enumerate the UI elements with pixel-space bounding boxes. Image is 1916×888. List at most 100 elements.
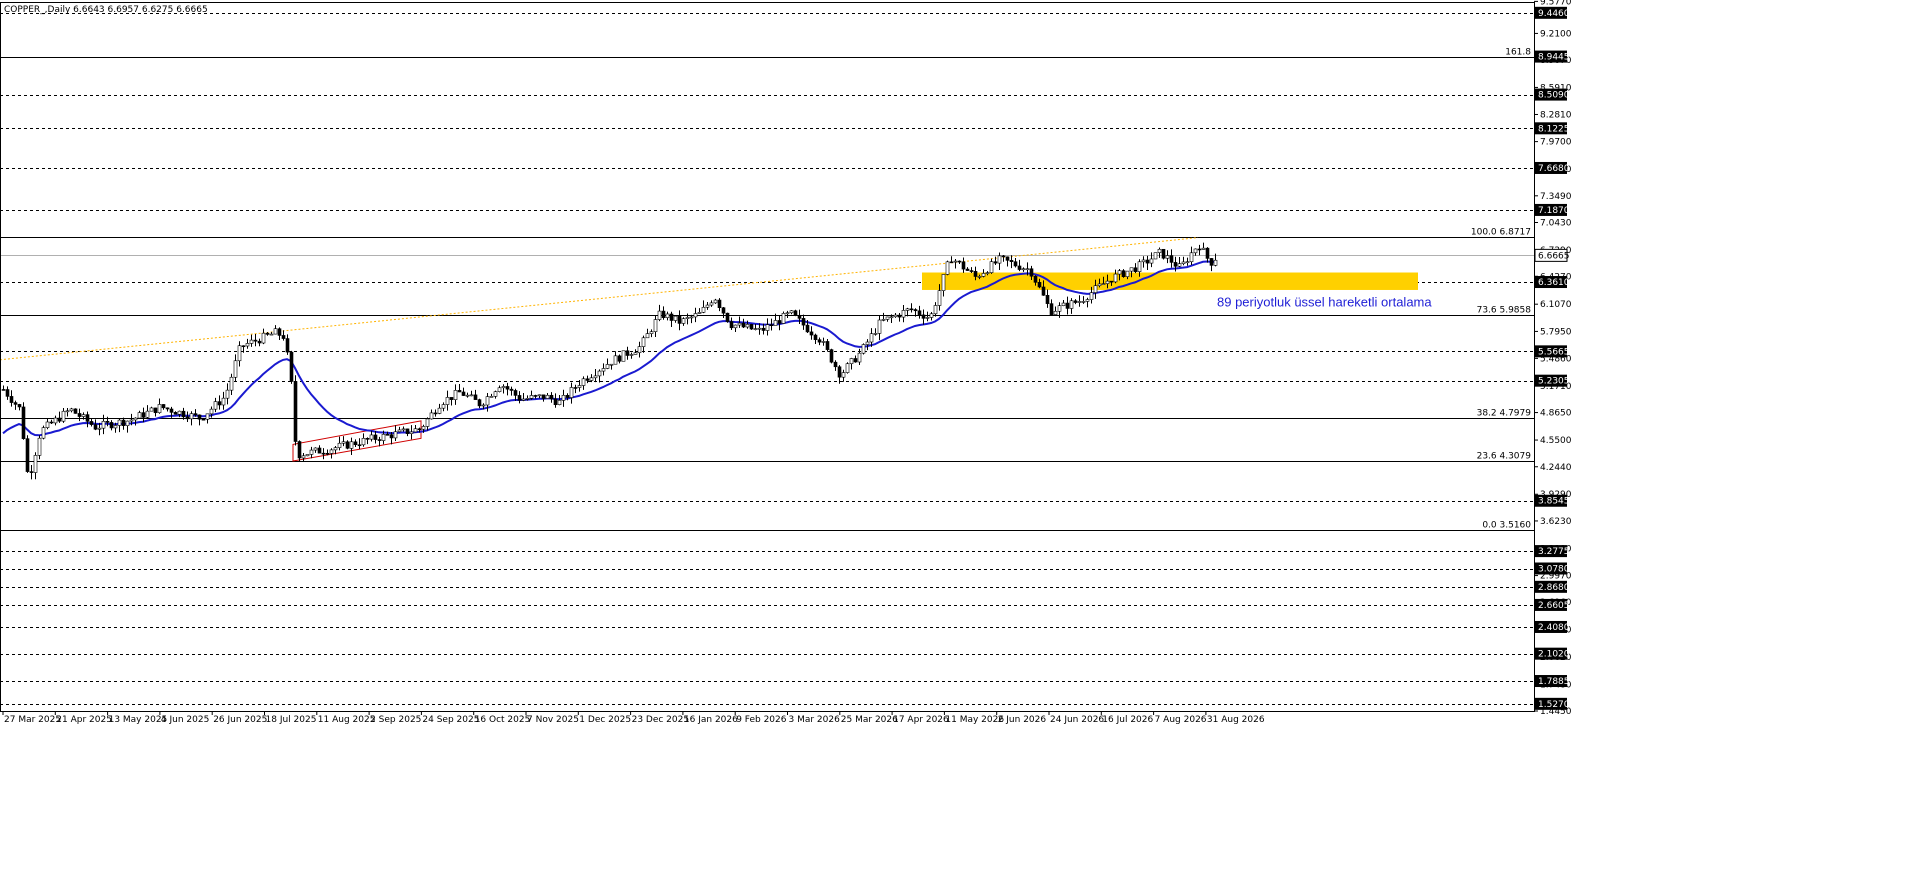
candle-body [521,398,526,401]
candle-body [41,427,46,439]
candle-body [1125,270,1130,277]
candle-body [941,274,946,291]
x-tick-label: 16 Jul 2026 [1102,715,1153,725]
candle-body [453,390,458,400]
candle-body [689,316,694,319]
candle-body [1177,263,1182,267]
horizontal-levels: 161.8 100.0 6.8717 73.6 5.9858 38.2 4.7979 2… [0,13,1534,705]
candle-body [733,324,738,329]
candle-body [977,276,982,278]
candle-body [925,317,930,319]
candle-body [381,434,386,441]
candle-body [241,345,246,348]
candle-body [997,255,1002,264]
candle-body [361,438,366,446]
candle-body [1165,255,1170,259]
candle-body [1053,310,1058,315]
candle-body [945,261,950,275]
candle-body [869,333,874,343]
candle-body [21,406,26,439]
candle-body [369,434,374,440]
candle-body [1149,258,1154,264]
candle-body [893,314,898,318]
candle-body [281,335,286,339]
candle-body [557,400,562,406]
x-tick-label: 16 Jan 2026 [684,715,738,725]
candle-body [345,441,350,449]
candle-body [349,441,354,449]
candle-body [137,412,142,419]
candle-body [669,313,674,321]
candle-body [257,340,262,344]
candle-body [1129,267,1134,272]
candle-body [989,261,994,273]
candle-body [617,355,622,362]
candle-body [393,431,398,439]
fib-label: 161.8 [1505,48,1531,58]
level-price-box-label: 2.4080 [1538,623,1570,633]
candle-body [653,319,658,332]
candle-body [793,310,798,316]
x-tick-label: 2 Jun 2026 [998,715,1047,725]
candle-body [173,412,178,415]
candle-body [249,339,254,344]
candle-body [397,429,402,433]
candle-body [1209,258,1214,266]
candle-body [629,354,634,356]
candle-body [1145,259,1150,264]
candle-body [833,361,838,368]
candle-body [877,319,882,334]
candle-body [677,315,682,324]
candle-body [297,441,302,459]
candle-body [721,307,726,314]
chart-canvas: 161.8 100.0 6.8717 73.6 5.9858 38.2 4.7979 2… [0,0,1572,725]
candle-body [13,402,18,405]
chart-title: COPPER_,Daily 6.6643 6.6957 6.6275 6.666… [4,5,208,15]
candle-body [553,398,558,406]
candle-body [501,386,506,389]
x-tick-label: 23 Dec 2025 [632,715,690,725]
candle-body [1153,252,1158,260]
candle-body [337,442,342,448]
candle-body [357,444,362,447]
x-tick-label: 11 Aug 2025 [318,715,376,725]
candle-body [377,439,382,441]
x-tick-label: 2 Sep 2025 [370,715,421,725]
level-price-box-label: 8.9445 [1538,53,1570,63]
candle-body [1041,286,1046,296]
candle-body [333,447,338,451]
candle-body [101,420,106,429]
candle-body [1049,303,1054,315]
x-tick-label: 18 Jul 2025 [266,715,317,725]
candle-body [9,396,14,403]
candle-body [789,310,794,314]
candle-body [1089,292,1094,300]
y-tick-label: 3.6230 [1540,517,1572,527]
candle-body [565,395,570,398]
y-tick-label: 6.1070 [1540,300,1572,310]
candle-body [421,426,426,430]
candle-body [541,394,546,399]
candle-body [657,310,662,320]
candle-body [81,414,86,417]
candle-body [1213,259,1218,266]
candle-body [65,410,70,413]
candle-body [489,396,494,398]
candle-body [209,408,214,415]
candle-body [825,341,830,350]
candle-body [845,363,850,373]
fib-label: 38.2 4.7979 [1477,409,1532,419]
candle-body [497,387,502,392]
candle-body [389,434,394,439]
candle-body [321,452,326,455]
fib-label: 23.6 4.3079 [1477,452,1532,462]
y-tick-label: 4.8650 [1540,409,1572,419]
candle-body [917,310,922,316]
candle-body [301,455,306,459]
candle-body [225,389,230,399]
ema-annotation: 89 periyotluk üssel hareketli ortalama [1217,295,1432,310]
candle-body [1065,302,1070,309]
candle-body [477,399,482,407]
candles [1,242,1218,480]
candle-body [533,395,538,397]
